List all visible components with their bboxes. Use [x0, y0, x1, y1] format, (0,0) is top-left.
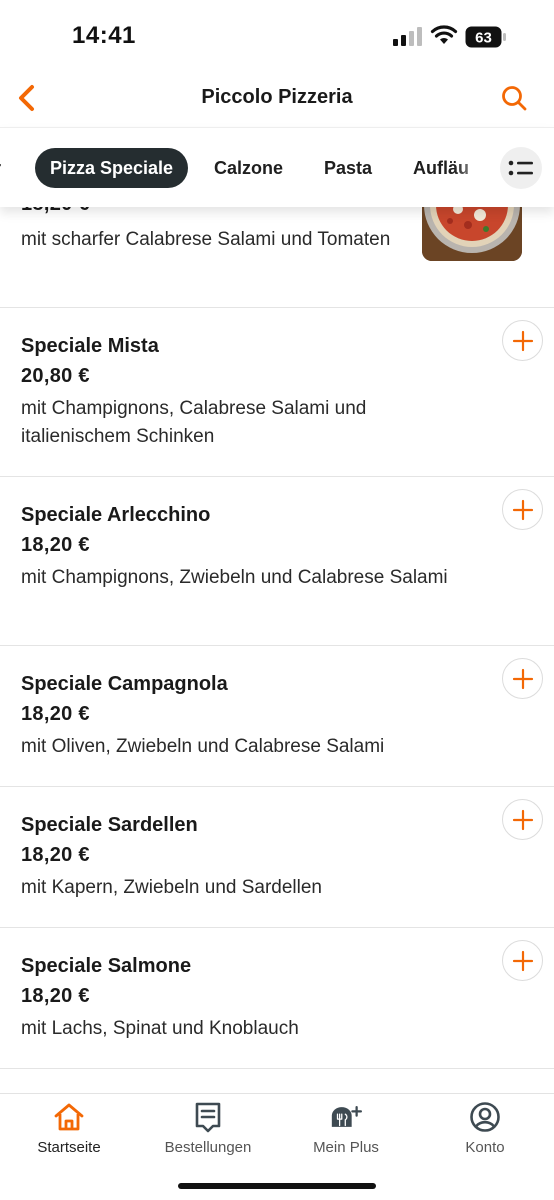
- nav-label: Mein Plus: [313, 1139, 379, 1156]
- item-description: mit Champignons, Calabrese Salami und it…: [21, 398, 367, 447]
- add-button[interactable]: [502, 658, 543, 699]
- nav-konto[interactable]: Konto: [416, 1100, 554, 1156]
- plus-icon: [512, 950, 533, 971]
- home-icon: [52, 1100, 86, 1134]
- category-list-button[interactable]: [500, 147, 542, 189]
- nav-label: Startseite: [37, 1139, 101, 1156]
- battery-level: 63: [475, 30, 492, 47]
- nav-label: Bestellungen: [164, 1139, 252, 1156]
- tabs-fade: [454, 138, 494, 198]
- nav-mein-plus[interactable]: Mein Plus: [277, 1100, 415, 1156]
- plus-icon: [512, 668, 533, 689]
- add-button[interactable]: [502, 489, 543, 530]
- user-icon: [468, 1100, 502, 1134]
- item-price: 18,20 €: [21, 703, 90, 725]
- menu-item[interactable]: Speciale Arlecchino 18,20 € mit Champign…: [0, 477, 554, 646]
- add-button[interactable]: [502, 320, 543, 361]
- tab-pasta[interactable]: Pasta: [324, 148, 372, 188]
- item-price: 18,20 €: [21, 985, 90, 1007]
- plus-icon: [512, 330, 533, 351]
- home-indicator: [178, 1183, 376, 1189]
- status-bar: 14:41 63: [0, 0, 554, 70]
- item-description: mit scharfer Calabrese Salami und Tomate…: [21, 229, 391, 250]
- menu-item[interactable]: Speciale Campagnola 18,20 € mit Oliven, …: [0, 646, 554, 787]
- menu-item[interactable]: Speciale Sardellen 18,20 € mit Kapern, Z…: [0, 787, 554, 928]
- item-description: mit Oliven, Zwiebeln und Calabrese Salam…: [21, 736, 385, 757]
- item-price: 20,80 €: [21, 365, 90, 387]
- nav-startseite[interactable]: Startseite: [0, 1100, 138, 1156]
- add-button[interactable]: [502, 799, 543, 840]
- tab-pizza-speciale[interactable]: Pizza Speciale: [35, 148, 188, 188]
- list-icon: [508, 160, 533, 176]
- item-description: mit Lachs, Spinat und Knoblauch: [21, 1018, 299, 1039]
- item-name: Speciale Campagnola: [21, 673, 228, 695]
- plus-icon: [512, 499, 533, 520]
- status-time: 14:41: [72, 22, 136, 49]
- page-title: Piccolo Pizzeria: [201, 86, 353, 108]
- item-name: Speciale Sardellen: [21, 814, 198, 836]
- menu-item[interactable]: 18,20 € mit scharfer Calabrese Salami un…: [0, 193, 554, 308]
- item-description: mit Champignons, Zwiebeln und Calabrese …: [21, 567, 448, 588]
- plus-icon: [512, 809, 533, 830]
- item-description: mit Kapern, Zwiebeln und Sardellen: [21, 877, 323, 898]
- cellular-signal-icon: [393, 27, 422, 46]
- header: Piccolo Pizzeria: [0, 70, 554, 126]
- search-button[interactable]: [498, 82, 530, 114]
- menu-item[interactable]: Speciale Mista 20,80 € mit Champignons, …: [0, 308, 554, 477]
- item-name: Speciale Mista: [21, 335, 159, 357]
- menu-list: 18,20 € mit scharfer Calabrese Salami un…: [0, 193, 554, 1069]
- menu-item[interactable]: Speciale Salmone 18,20 € mit Lachs, Spin…: [0, 928, 554, 1069]
- wifi-icon: [430, 25, 458, 44]
- tab-category-previous[interactable]: r: [0, 148, 1, 188]
- plus-membership-icon: [329, 1100, 363, 1134]
- category-tabs: r Pizza Speciale Calzone Pasta Aufläu: [0, 127, 554, 207]
- nav-label: Konto: [465, 1139, 505, 1156]
- add-button[interactable]: [502, 940, 543, 981]
- search-icon: [502, 86, 527, 111]
- battery-icon: 63: [465, 26, 507, 48]
- item-name: Speciale Salmone: [21, 955, 192, 977]
- tab-calzone[interactable]: Calzone: [214, 148, 283, 188]
- item-price: 18,20 €: [21, 534, 90, 556]
- item-name: Speciale Arlecchino: [21, 504, 211, 526]
- nav-bestellungen[interactable]: Bestellungen: [139, 1100, 277, 1156]
- receipt-icon: [191, 1100, 225, 1134]
- item-price: 18,20 €: [21, 844, 90, 866]
